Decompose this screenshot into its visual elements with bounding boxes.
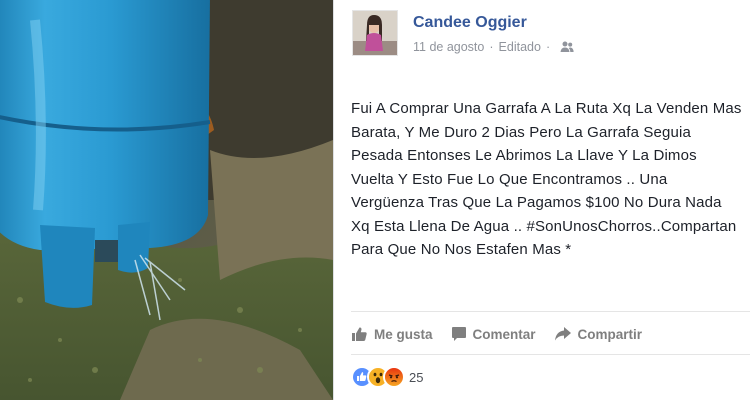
post-text: Fui A Comprar Una Garrafa A La Ruta Xq L…	[351, 100, 742, 258]
comment-icon	[451, 326, 467, 342]
like-button[interactable]: Me gusta	[351, 326, 433, 342]
thumbs-up-icon	[351, 326, 368, 342]
post-date[interactable]: 11 de agosto	[413, 40, 484, 54]
post-panel: Candee Oggier 11 de agosto · Editado · F…	[334, 0, 750, 400]
action-bar: Me gusta Comentar Compartir	[351, 321, 660, 347]
reactions-summary[interactable]: 25	[351, 366, 423, 388]
angry-reaction-icon	[383, 366, 405, 388]
comment-label: Comentar	[472, 326, 536, 342]
share-label: Compartir	[577, 326, 643, 342]
reactions-divider	[351, 354, 750, 355]
share-button[interactable]: Compartir	[554, 326, 643, 342]
edited-label[interactable]: Editado	[499, 40, 541, 54]
actions-divider	[351, 311, 750, 312]
avatar[interactable]	[352, 10, 398, 56]
comment-button[interactable]: Comentar	[451, 326, 536, 342]
post-photo[interactable]	[0, 0, 333, 400]
friends-icon[interactable]	[560, 41, 574, 53]
share-arrow-icon	[554, 326, 572, 342]
meta-separator-2: ·	[545, 40, 551, 54]
meta-separator: ·	[489, 40, 494, 54]
like-label: Me gusta	[374, 326, 433, 342]
reaction-count: 25	[409, 369, 424, 385]
author-name[interactable]: Candee Oggier	[413, 14, 527, 32]
post-meta: 11 de agosto · Editado ·	[413, 40, 574, 54]
